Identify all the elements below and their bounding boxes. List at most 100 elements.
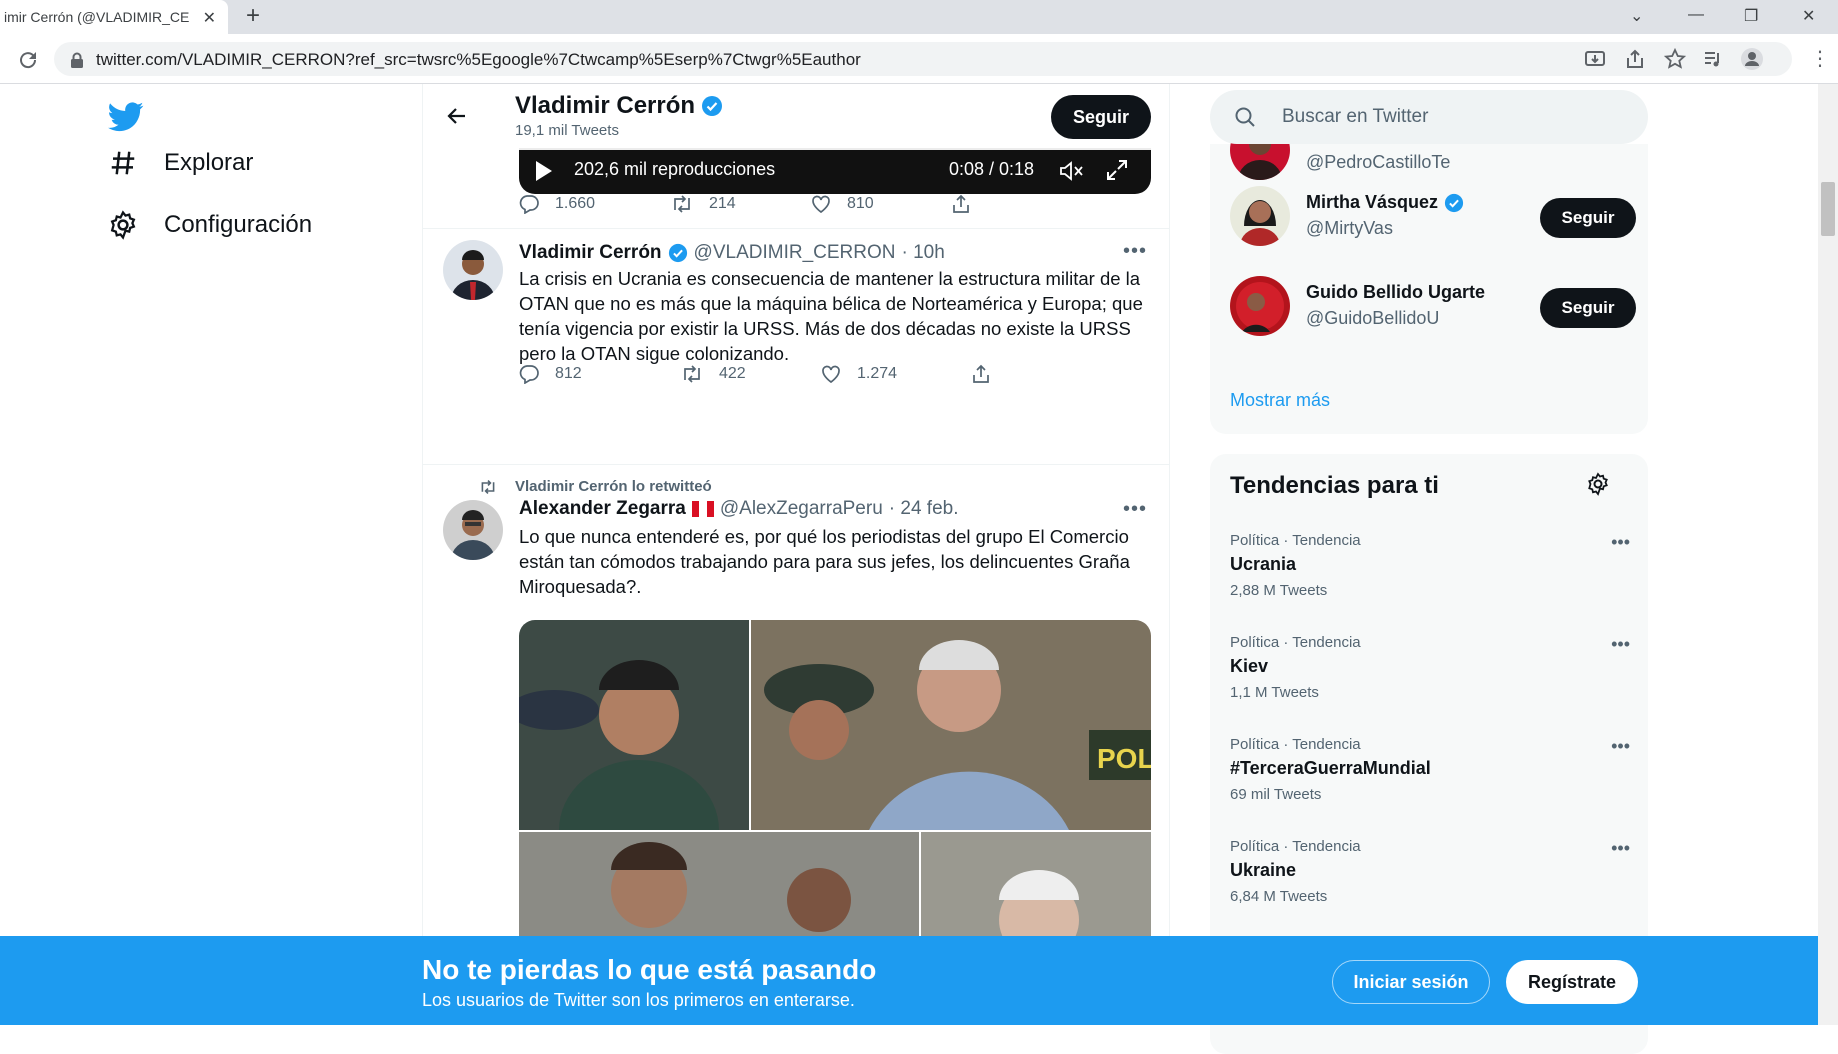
nav-explore-label: Explorar bbox=[164, 149, 254, 176]
retweet-icon bbox=[684, 365, 700, 383]
nav-settings[interactable]: Configuración bbox=[108, 210, 312, 240]
reply-icon bbox=[519, 195, 539, 214]
more-options-icon[interactable]: ••• bbox=[1611, 838, 1630, 859]
trends-title: Tendencias para ti bbox=[1230, 472, 1439, 499]
more-options-icon[interactable]: ••• bbox=[1611, 532, 1630, 553]
retweeted-by-text[interactable]: Vladimir Cerrón lo retwitteó bbox=[515, 478, 712, 495]
tweet-text: La crisis en Ucrania es consecuencia de … bbox=[519, 268, 1143, 364]
more-options-icon[interactable]: ••• bbox=[1123, 240, 1147, 263]
new-tab-icon[interactable]: + bbox=[246, 4, 260, 28]
trend-item[interactable]: Política · Tendencia Kiev 1,1 M Tweets •… bbox=[1230, 634, 1630, 714]
signup-button[interactable]: Regístrate bbox=[1506, 960, 1638, 1004]
mute-icon[interactable] bbox=[1059, 160, 1085, 182]
show-more-link[interactable]: Mostrar más bbox=[1230, 390, 1330, 411]
suggestion-name-text: Guido Bellido Ugarte bbox=[1306, 282, 1486, 302]
retweet-button[interactable]: 214 bbox=[671, 194, 736, 214]
avatar[interactable] bbox=[1230, 276, 1290, 336]
browser-toolbar: twitter.com/VLADIMIR_CERRON?ref_src=twsr… bbox=[0, 34, 1838, 84]
like-button[interactable]: 810 bbox=[811, 194, 874, 214]
twitter-logo-icon[interactable] bbox=[108, 102, 144, 132]
tweet-header: Alexander Zegarra @AlexZegarraPeru · 24 … bbox=[519, 498, 959, 520]
avatar[interactable] bbox=[443, 500, 503, 560]
suggestion-handle: @MirtyVas bbox=[1306, 218, 1393, 238]
tab-title: imir Cerrón (@VLADIMIR_CE bbox=[4, 9, 190, 25]
avatar[interactable] bbox=[443, 240, 503, 300]
page-scrollbar[interactable] bbox=[1818, 84, 1838, 1025]
trend-count: 69 mil Tweets bbox=[1230, 786, 1322, 803]
scrollbar-thumb[interactable] bbox=[1821, 182, 1835, 236]
tab-close-icon[interactable]: ✕ bbox=[203, 8, 216, 28]
follow-button[interactable]: Seguir bbox=[1051, 95, 1151, 139]
suggestion-name: Guido Bellido Ugarte bbox=[1306, 282, 1485, 303]
follow-button[interactable]: Seguir bbox=[1540, 288, 1636, 328]
like-button[interactable]: 1.274 bbox=[821, 364, 897, 384]
nav-explore[interactable]: Explorar bbox=[108, 148, 253, 178]
minimize-icon[interactable]: — bbox=[1688, 6, 1704, 24]
share-button[interactable] bbox=[951, 194, 971, 214]
heart-icon bbox=[822, 365, 840, 384]
tweet-handle[interactable]: @VLADIMIR_CERRON bbox=[694, 242, 896, 264]
search-placeholder: Buscar en Twitter bbox=[1282, 106, 1429, 127]
play-icon[interactable] bbox=[535, 160, 553, 182]
reply-button[interactable]: 1.660 bbox=[519, 194, 595, 214]
bookmark-star-icon[interactable] bbox=[1664, 48, 1686, 70]
trend-item[interactable]: Política · Tendencia #TerceraGuerraMundi… bbox=[1230, 736, 1630, 816]
trend-item[interactable]: Política · Tendencia Ucrania 2,88 M Twee… bbox=[1230, 532, 1630, 612]
more-options-icon[interactable]: ••• bbox=[1611, 736, 1630, 757]
trend-item[interactable]: Política · Tendencia Ukraine 6,84 M Twee… bbox=[1230, 838, 1630, 918]
reply-button[interactable]: 812 bbox=[519, 364, 582, 384]
media-control-icon[interactable] bbox=[1702, 48, 1724, 70]
profile-timeline: Vladimir Cerrón 19,1 mil Tweets Seguir 2… bbox=[422, 84, 1170, 1025]
reply-count: 1.660 bbox=[555, 195, 596, 212]
video-player-controls[interactable]: 202,6 mil reproducciones 0:08 / 0:18 bbox=[519, 148, 1151, 194]
back-arrow-icon[interactable] bbox=[445, 104, 469, 128]
share-icon[interactable] bbox=[1624, 48, 1646, 70]
tweet-time[interactable]: · 10h bbox=[901, 242, 944, 264]
tweet-handle[interactable]: @AlexZegarraPeru bbox=[720, 498, 883, 520]
who-to-follow-panel: @PedroCastilloTe Mirtha Vásquez @MirtyVa… bbox=[1210, 120, 1648, 434]
suggestion-handle: @GuidoBellidoU bbox=[1306, 308, 1440, 328]
browser-menu-icon[interactable]: ⋮ bbox=[1810, 46, 1830, 71]
video-time: 0:08 / 0:18 bbox=[949, 159, 1035, 179]
tweet-author[interactable]: Vladimir Cerrón bbox=[519, 242, 662, 264]
search-input[interactable]: Buscar en Twitter bbox=[1210, 90, 1648, 144]
login-button[interactable]: Iniciar sesión bbox=[1332, 960, 1490, 1004]
retweet-button[interactable]: 422 bbox=[681, 364, 746, 384]
more-options-icon[interactable]: ••• bbox=[1611, 634, 1630, 655]
gear-icon[interactable] bbox=[1586, 472, 1610, 496]
gear-icon bbox=[110, 210, 136, 240]
verified-badge-icon bbox=[668, 243, 687, 263]
reload-icon[interactable] bbox=[16, 48, 40, 72]
banner-title: No te pierdas lo que está pasando bbox=[422, 954, 877, 985]
address-bar[interactable]: twitter.com/VLADIMIR_CERRON?ref_src=twsr… bbox=[54, 42, 1792, 76]
signup-banner: No te pierdas lo que está pasando Los us… bbox=[0, 936, 1818, 1025]
hashtag-icon bbox=[111, 151, 135, 175]
trend-count: 2,88 M Tweets bbox=[1230, 582, 1328, 599]
tweet-time[interactable]: · 24 feb. bbox=[889, 498, 959, 520]
divider bbox=[423, 464, 1169, 465]
more-options-icon[interactable]: ••• bbox=[1123, 498, 1147, 521]
window-close-icon[interactable]: ✕ bbox=[1802, 6, 1815, 26]
trend-meta: Política · Tendencia bbox=[1230, 838, 1361, 855]
follow-suggestion[interactable]: Mirtha Vásquez @MirtyVas Seguir bbox=[1230, 186, 1636, 248]
like-count: 810 bbox=[847, 195, 874, 212]
avatar[interactable] bbox=[1230, 186, 1290, 246]
tab-search-icon[interactable]: ⌄ bbox=[1630, 6, 1643, 26]
suggestion-name: Mirtha Vásquez bbox=[1306, 192, 1464, 213]
follow-button[interactable]: Seguir bbox=[1540, 198, 1636, 238]
follow-suggestion[interactable]: Guido Bellido Ugarte @GuidoBellidoU Segu… bbox=[1230, 276, 1636, 338]
browser-tab[interactable]: imir Cerrón (@VLADIMIR_CE ✕ bbox=[0, 0, 228, 34]
profile-avatar-icon[interactable] bbox=[1740, 47, 1764, 71]
avatar-mirtha bbox=[1230, 186, 1290, 246]
suggestion-name-text: Mirtha Vásquez bbox=[1306, 192, 1439, 212]
tweet-author[interactable]: Alexander Zegarra bbox=[519, 498, 686, 520]
fullscreen-icon[interactable] bbox=[1105, 158, 1129, 182]
share-icon bbox=[953, 194, 969, 213]
lock-icon bbox=[71, 52, 83, 68]
right-sidebar: @PedroCastilloTe Mirtha Vásquez @MirtyVa… bbox=[1170, 84, 1838, 1054]
search-icon bbox=[1235, 107, 1255, 127]
restore-icon[interactable]: ❐ bbox=[1744, 6, 1758, 26]
install-icon[interactable] bbox=[1584, 48, 1606, 70]
url-text: twitter.com/VLADIMIR_CERRON?ref_src=twsr… bbox=[96, 50, 861, 69]
share-button[interactable] bbox=[971, 364, 991, 384]
